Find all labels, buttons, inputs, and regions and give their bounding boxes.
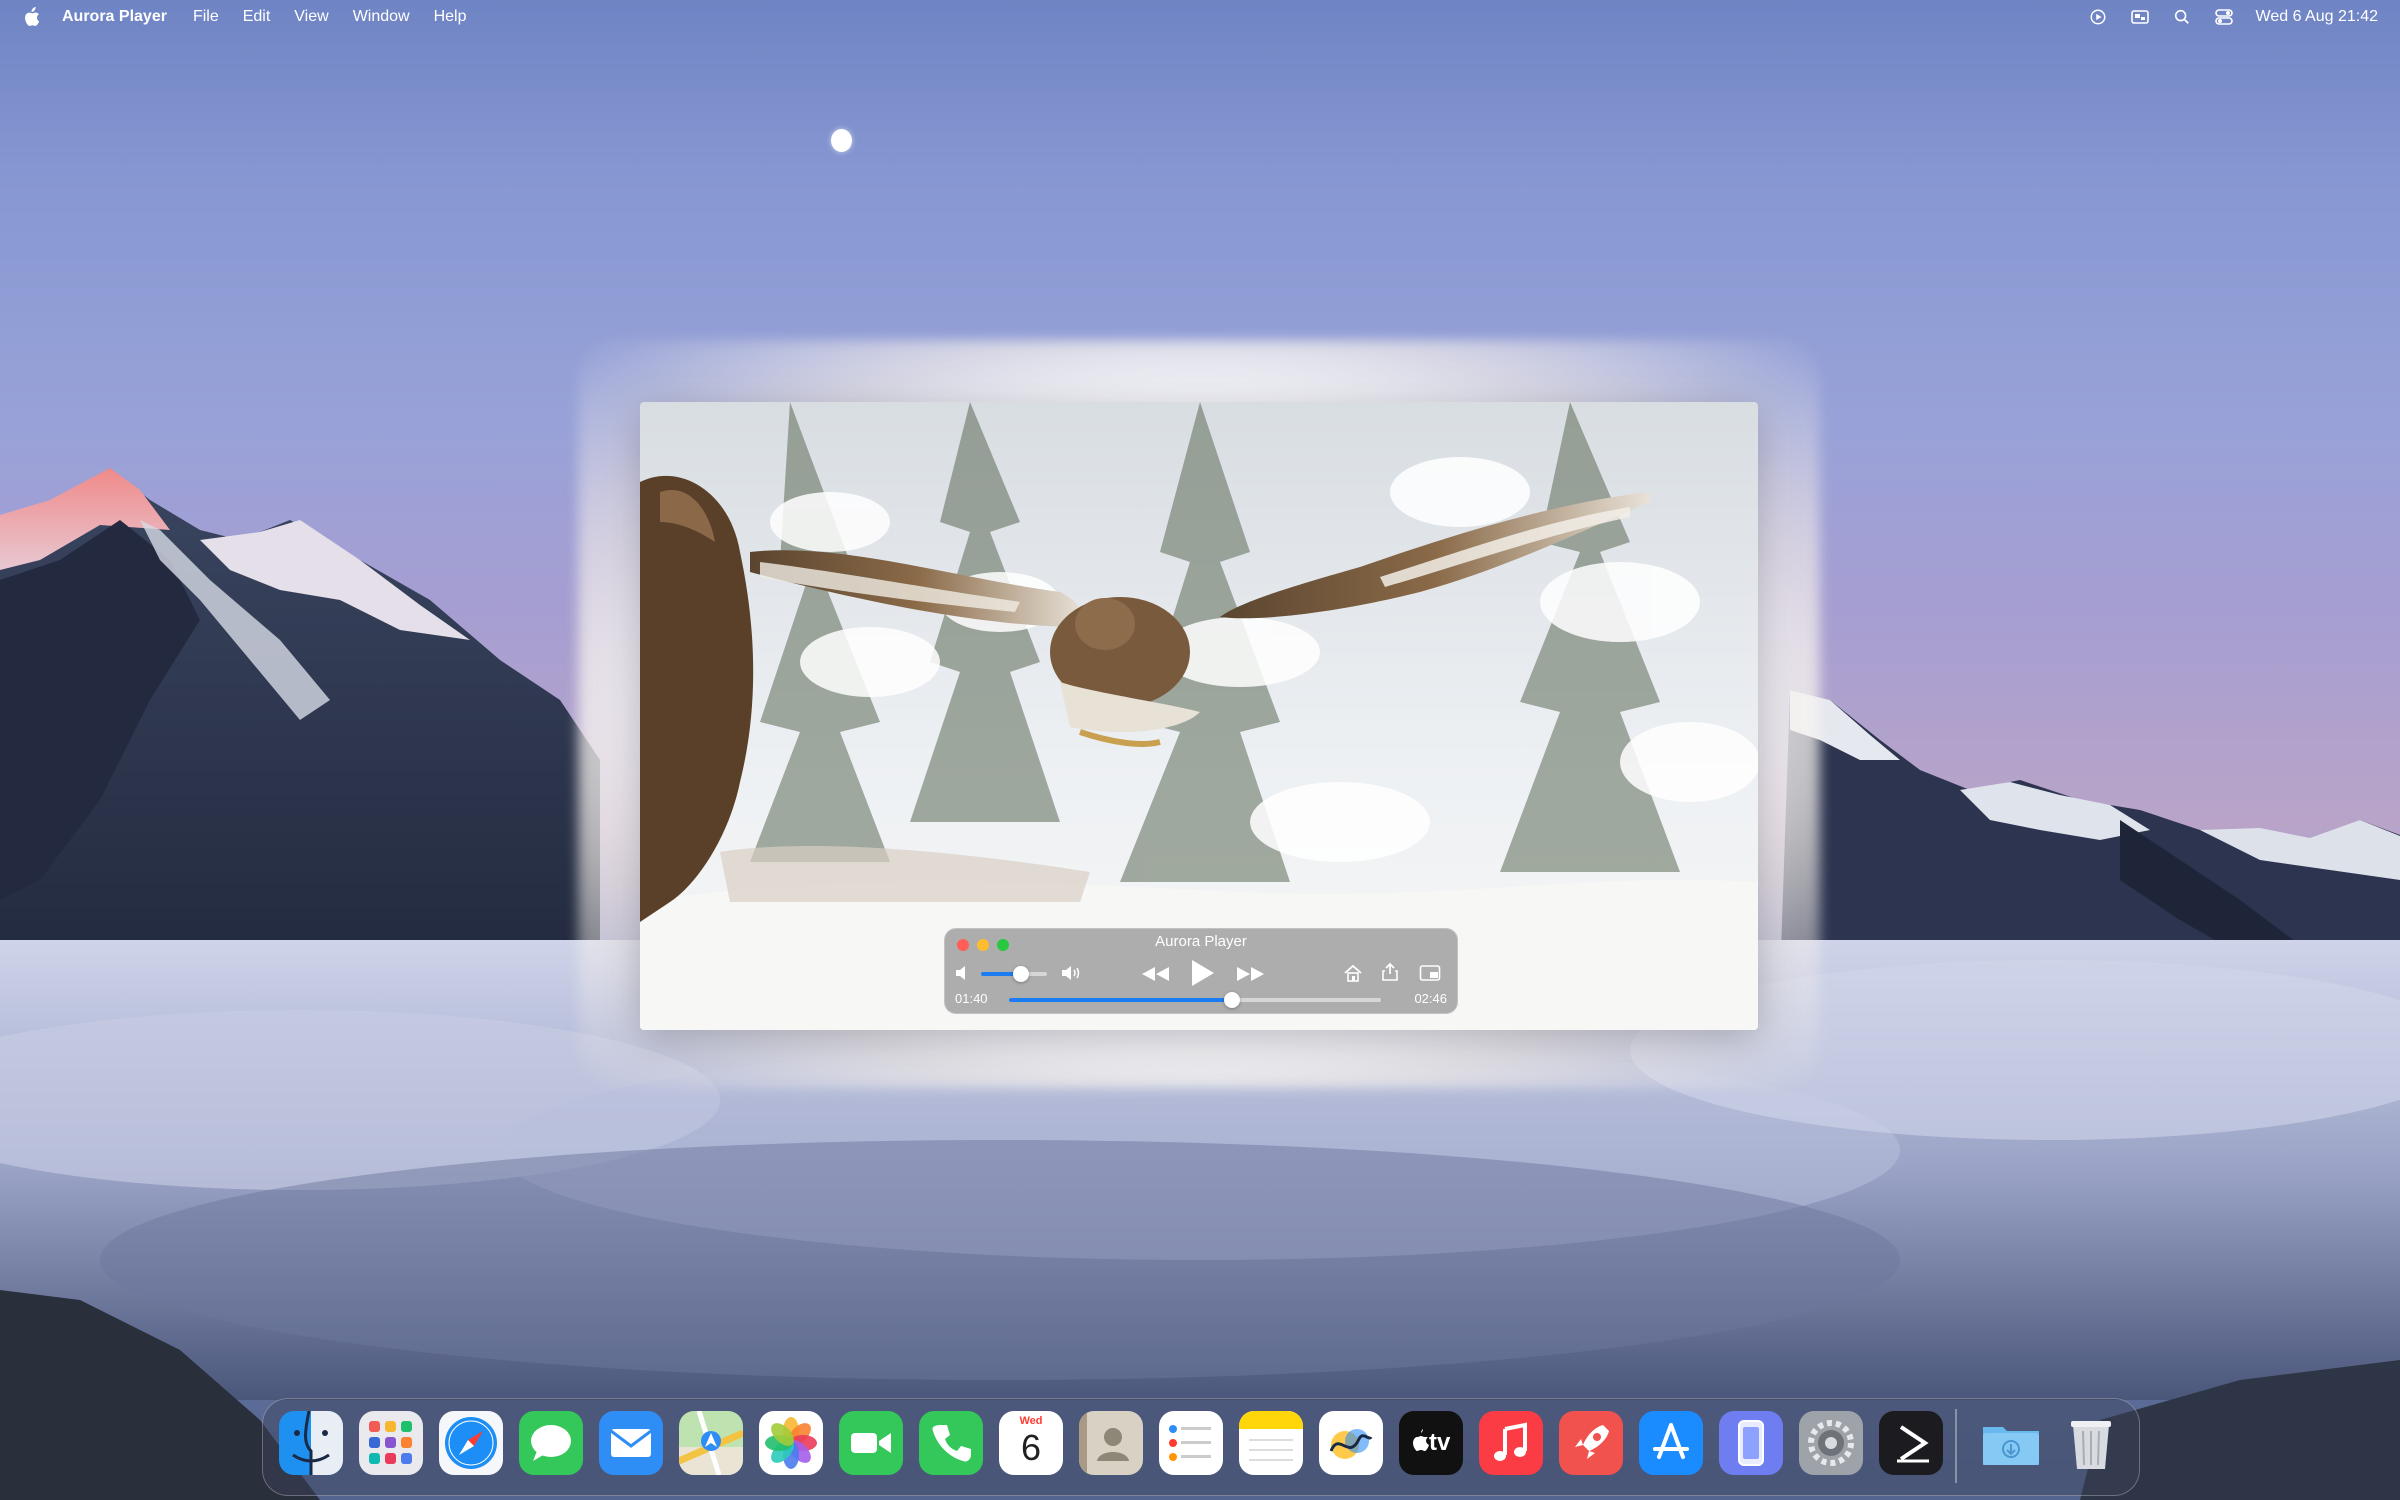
dock-tv[interactable]: tv	[1399, 1411, 1463, 1475]
player-title: Aurora Player	[1155, 933, 1247, 950]
dock-downloads[interactable]	[1979, 1411, 2043, 1475]
safari-icon	[439, 1411, 503, 1475]
iphone-mirroring-icon	[1719, 1411, 1783, 1475]
play-circle-icon[interactable]	[2088, 8, 2108, 26]
freeform-icon	[1319, 1411, 1383, 1475]
seek-bar-knob[interactable]	[1224, 992, 1241, 1008]
playback-controller[interactable]: Aurora Player 01:40 02:46	[944, 928, 1458, 1014]
dock-separator	[1955, 1409, 1957, 1483]
volume-high-icon[interactable]	[1061, 964, 1083, 982]
rewind-icon[interactable]	[1141, 965, 1171, 983]
dock-rocket[interactable]	[1559, 1411, 1623, 1475]
calendar-day: 6	[1020, 1427, 1042, 1468]
dock-maps[interactable]	[679, 1411, 743, 1475]
seek-bar[interactable]	[1009, 992, 1381, 1008]
dock-iphone-mirroring[interactable]	[1719, 1411, 1783, 1475]
menu-edit[interactable]: Edit	[243, 8, 271, 26]
dock-system-settings[interactable]	[1799, 1411, 1863, 1475]
dock-messages[interactable]	[519, 1411, 583, 1475]
dock-reminders[interactable]	[1159, 1411, 1223, 1475]
dock-player[interactable]	[1879, 1411, 1943, 1475]
player-window[interactable]: Aurora Player 01:40 02:46	[640, 402, 1758, 1030]
dock-music[interactable]	[1479, 1411, 1543, 1475]
play-icon[interactable]	[1189, 959, 1215, 987]
maps-icon	[679, 1411, 743, 1475]
search-icon[interactable]	[2172, 8, 2192, 26]
dock: Wed 6 tv	[262, 1398, 2140, 1496]
moon	[831, 129, 852, 152]
menu-app-name[interactable]: Aurora Player	[62, 8, 167, 26]
player-app-icon	[1879, 1411, 1943, 1475]
dock-mail[interactable]	[599, 1411, 663, 1475]
home-icon[interactable]	[1343, 964, 1363, 982]
dock-contacts[interactable]	[1079, 1411, 1143, 1475]
fast-forward-icon[interactable]	[1235, 965, 1265, 983]
menu-file[interactable]: File	[193, 8, 219, 26]
dock-phone[interactable]	[919, 1411, 983, 1475]
menu-window[interactable]: Window	[353, 8, 410, 26]
tv-label: tv	[1429, 1429, 1451, 1456]
menu-view[interactable]: View	[294, 8, 328, 26]
menu-bar-clock[interactable]: Wed 6 Aug 21:42	[2256, 8, 2378, 26]
dock-calendar[interactable]: Wed 6	[999, 1411, 1063, 1475]
desktop: Aurora Player File Edit View Window Help…	[0, 0, 2400, 1500]
calendar-weekday: Wed	[1019, 1415, 1043, 1427]
menu-bar: Aurora Player File Edit View Window Help…	[0, 0, 2400, 34]
notes-icon	[1239, 1411, 1303, 1475]
apple-logo-icon[interactable]	[22, 7, 40, 27]
gear-icon	[1799, 1411, 1863, 1475]
dock-notes[interactable]	[1239, 1411, 1303, 1475]
mail-icon	[599, 1411, 663, 1475]
dock-facetime[interactable]	[839, 1411, 903, 1475]
finder-icon	[279, 1411, 343, 1475]
volume-slider[interactable]	[981, 966, 1047, 982]
music-icon	[1479, 1411, 1543, 1475]
share-icon[interactable]	[1381, 962, 1399, 982]
messages-icon	[519, 1411, 583, 1475]
app-store-icon	[1639, 1411, 1703, 1475]
rocket-icon	[1559, 1411, 1623, 1475]
dock-trash[interactable]	[2059, 1411, 2123, 1475]
contacts-icon	[1079, 1411, 1143, 1475]
menu-help[interactable]: Help	[434, 8, 467, 26]
picture-in-picture-icon[interactable]	[1419, 964, 1441, 982]
dock-finder[interactable]	[279, 1411, 343, 1475]
dock-photos[interactable]	[759, 1411, 823, 1475]
dock-app-store[interactable]	[1639, 1411, 1703, 1475]
reminders-icon	[1159, 1411, 1223, 1475]
screen-mirror-icon[interactable]	[2130, 8, 2150, 26]
dock-safari[interactable]	[439, 1411, 503, 1475]
dock-launchpad[interactable]	[359, 1411, 423, 1475]
control-center-icon[interactable]	[2214, 8, 2234, 26]
launchpad-icon	[359, 1411, 423, 1475]
volume-slider-knob[interactable]	[1012, 966, 1029, 982]
seek-bar-fill	[1009, 998, 1233, 1002]
volume-mute-icon[interactable]	[955, 965, 969, 981]
elapsed-time: 01:40	[955, 991, 988, 1006]
total-duration: 02:46	[1414, 991, 1447, 1006]
facetime-icon	[839, 1411, 903, 1475]
photos-icon	[759, 1411, 823, 1475]
phone-icon	[919, 1411, 983, 1475]
downloads-folder-icon	[1983, 1427, 2039, 1465]
trash-icon	[2071, 1421, 2111, 1469]
dock-freeform[interactable]	[1319, 1411, 1383, 1475]
